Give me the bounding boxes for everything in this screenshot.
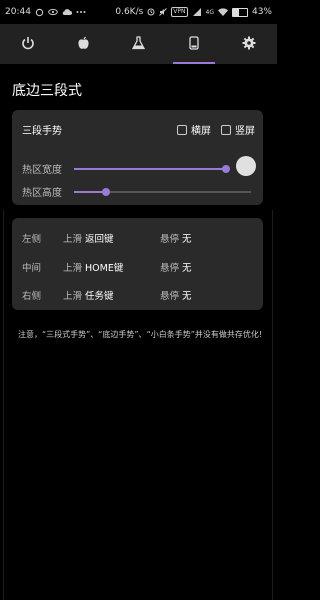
wifi-icon [217, 8, 228, 16]
checkbox-box [177, 124, 187, 135]
mute-icon [159, 8, 168, 16]
tab-apple[interactable] [55, 24, 110, 64]
hotzone-width-row: 热区宽度 [22, 161, 230, 176]
tab-settings[interactable] [222, 24, 277, 64]
tab-gesture[interactable] [166, 24, 221, 64]
swipe-action[interactable]: 上滑 HOME键 [63, 260, 160, 274]
eye-icon [48, 8, 58, 16]
portrait-checkbox[interactable]: 竖屏 [221, 122, 255, 137]
hotzone-width-label: 热区宽度 [22, 165, 62, 176]
apple-icon [77, 35, 90, 54]
hover-action[interactable]: 悬停无 [160, 231, 253, 245]
action-row-middle[interactable]: 中间 上滑 HOME键 悬停无 [22, 260, 253, 274]
hotzone-height-row: 热区高度 [22, 184, 251, 199]
status-bar: 20:44 0.6K/s VPN 4G 43% [0, 0, 277, 24]
landscape-checkbox[interactable]: 横屏 [177, 122, 211, 137]
more-icon [76, 10, 86, 14]
tab-bar [0, 24, 277, 64]
coexistence-note: 注意，“三段式手势”、“底边手势”、“小白条手势”并没有做共存优化! [18, 330, 263, 339]
network-type: 4G [205, 8, 214, 16]
phone-icon [189, 35, 199, 54]
vpn-badge: VPN [171, 7, 188, 17]
hotzone-height-slider[interactable] [74, 187, 251, 196]
slider-knob[interactable] [101, 187, 110, 196]
action-row-right[interactable]: 右侧 上滑 任务键 悬停无 [22, 288, 253, 302]
flask-icon [131, 35, 146, 54]
right-divider [272, 210, 273, 600]
slider-fill [74, 167, 226, 170]
battery-icon [231, 7, 248, 17]
actions-card: 左侧 上滑 返回键 悬停无 中间 上滑 HOME键 悬停无 右侧 上滑 任务键 悬停无 [12, 218, 263, 310]
gear-icon [242, 35, 256, 54]
signal-icon [192, 8, 202, 16]
hotzone-width-slider[interactable] [74, 164, 230, 173]
portrait-label: 竖屏 [235, 126, 255, 137]
network-speed: 0.6K/s [115, 7, 144, 17]
gesture-label: 三段手势 [22, 126, 62, 137]
cloud-icon [62, 8, 72, 16]
hotzone-height-label: 热区高度 [22, 188, 62, 199]
power-icon [21, 35, 35, 54]
hover-action[interactable]: 悬停无 [160, 260, 253, 274]
slider-knob[interactable] [221, 164, 230, 173]
notification-icon [35, 8, 44, 17]
page-title: 底边三段式 [12, 83, 82, 99]
swipe-action[interactable]: 上滑 任务键 [63, 288, 160, 302]
alarm-icon [147, 8, 155, 16]
tab-lab[interactable] [111, 24, 166, 64]
side-label: 右侧 [22, 291, 42, 302]
checkbox-box [221, 124, 231, 135]
gesture-header-row: 三段手势 横屏 竖屏 [22, 122, 255, 137]
landscape-label: 横屏 [191, 126, 211, 137]
side-label: 中间 [22, 263, 42, 274]
side-label: 左侧 [22, 234, 42, 245]
gesture-settings-card: 三段手势 横屏 竖屏 热区宽度 热区高度 [12, 110, 263, 205]
hover-action[interactable]: 悬停无 [160, 288, 253, 302]
hotzone-width-handle[interactable] [236, 156, 256, 176]
tab-power[interactable] [0, 24, 55, 64]
action-row-left[interactable]: 左侧 上滑 返回键 悬停无 [22, 231, 253, 245]
status-time: 20:44 [5, 7, 31, 17]
swipe-action[interactable]: 上滑 返回键 [63, 231, 160, 245]
battery-percent: 43% [251, 7, 272, 17]
left-divider [3, 210, 4, 600]
